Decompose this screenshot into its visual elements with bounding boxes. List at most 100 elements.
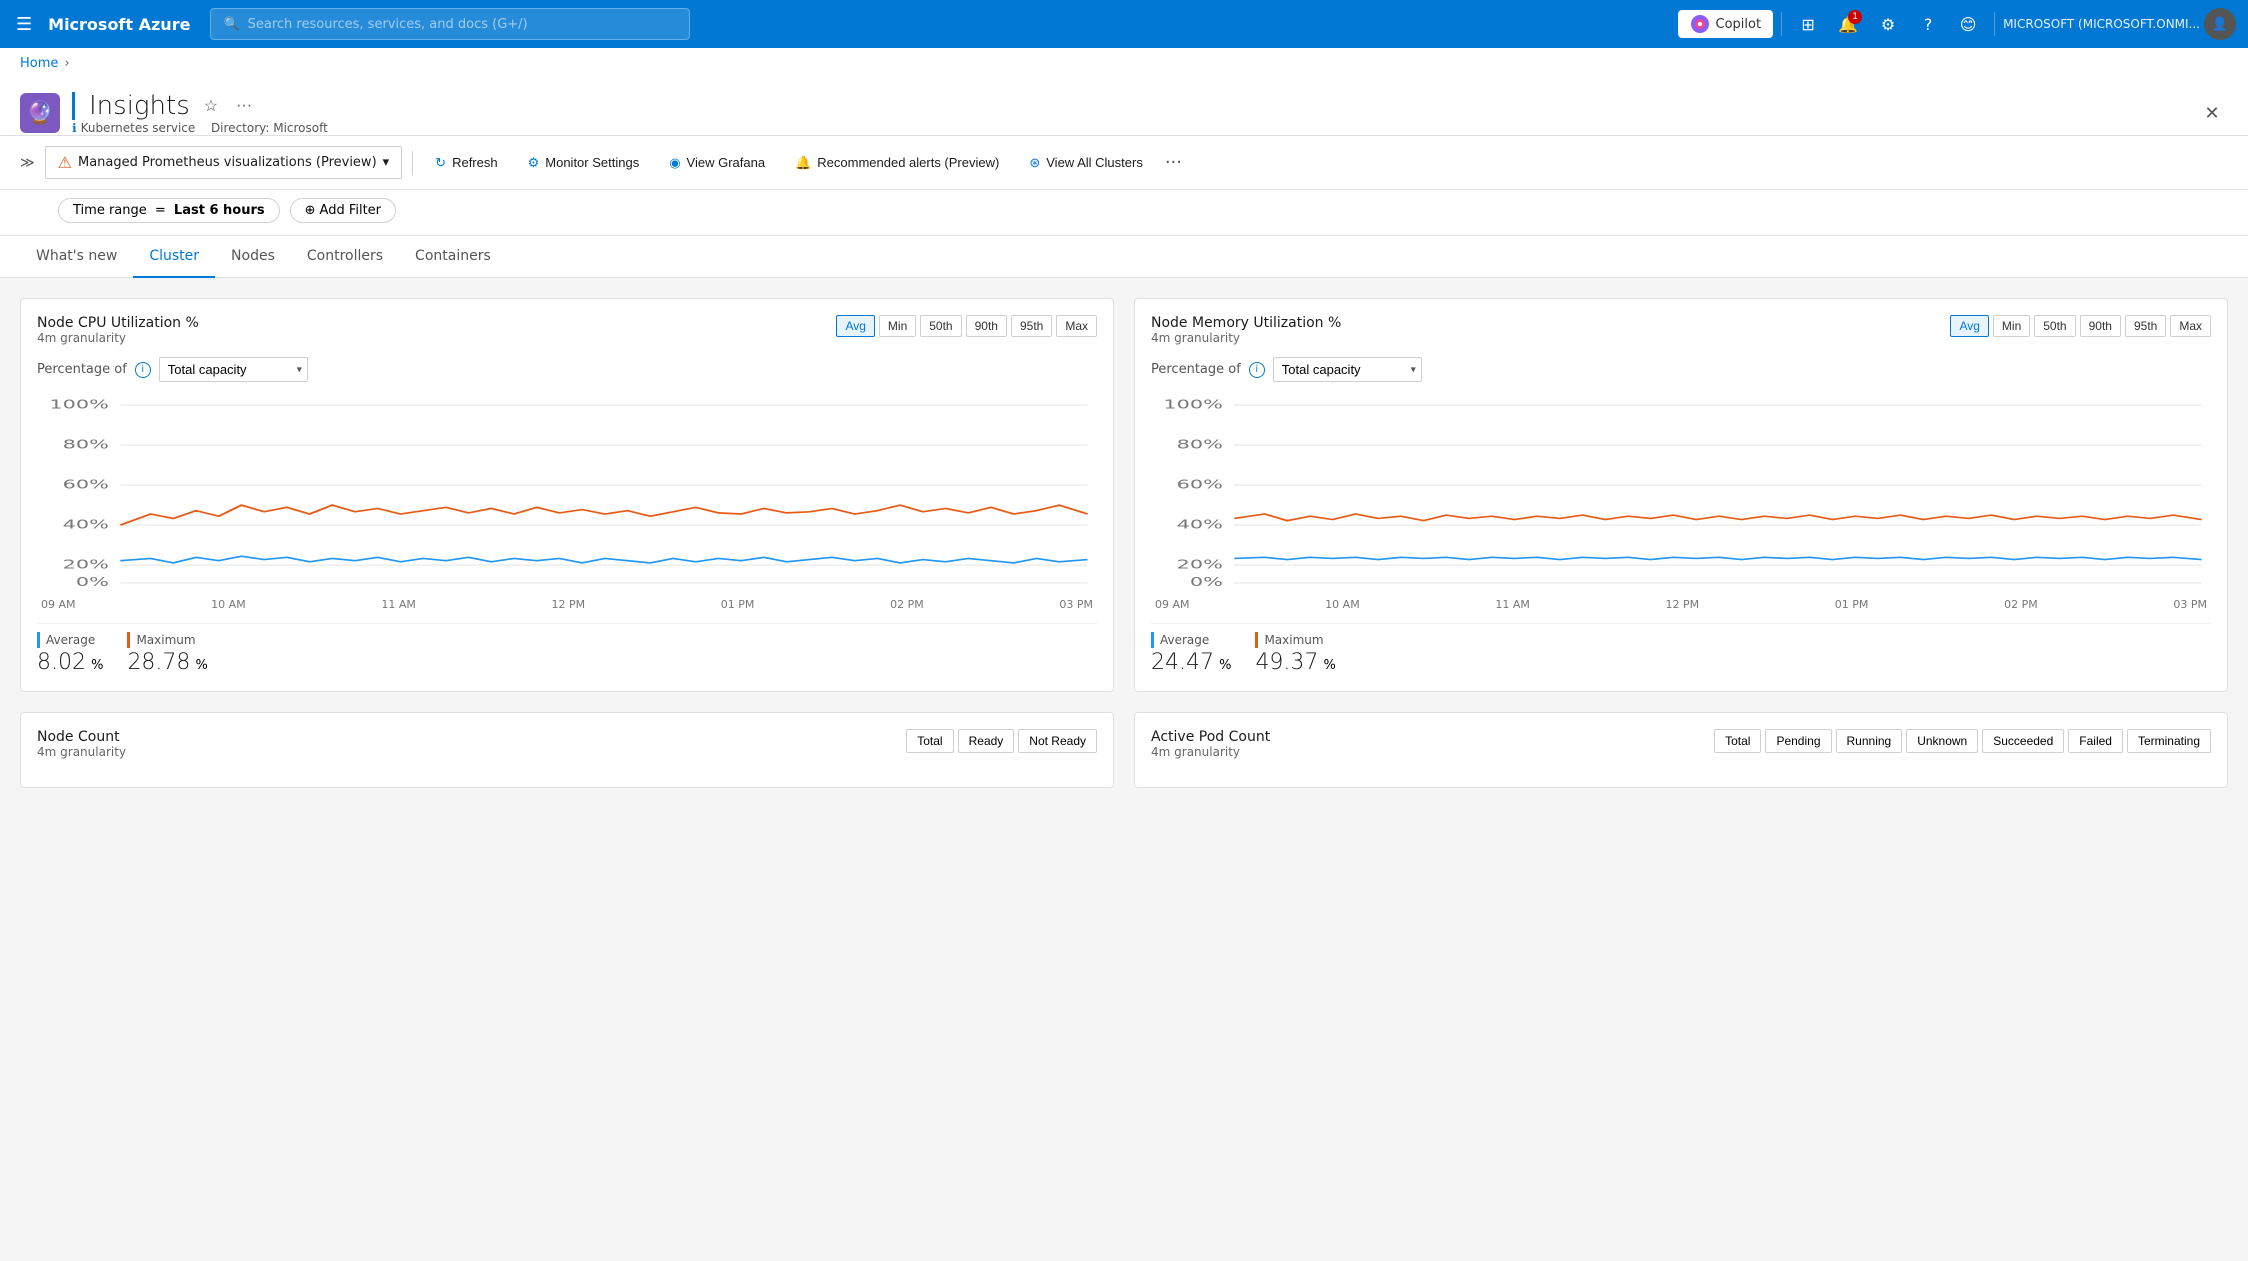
pod-btn-total[interactable]: Total	[1714, 729, 1761, 753]
nav-divider2	[1994, 12, 1995, 36]
cpu-legend: Average 8.02 % Maximum 28.78 %	[37, 623, 1097, 675]
feedback-button[interactable]: 😊	[1950, 6, 1986, 42]
pod-btn-failed[interactable]: Failed	[2068, 729, 2123, 753]
cpu-capacity-select[interactable]: Total capacity Requested capacity	[159, 357, 308, 382]
view-all-clusters-button[interactable]: ⊛ View All Clusters	[1017, 149, 1154, 177]
service-icon: 🔮	[20, 93, 60, 133]
memory-time-6: 03 PM	[2173, 598, 2207, 611]
favorite-button[interactable]: ☆	[200, 92, 222, 120]
cpu-btn-max[interactable]: Max	[1056, 315, 1097, 337]
pod-btn-pending[interactable]: Pending	[1765, 729, 1831, 753]
memory-btn-90th[interactable]: 90th	[2080, 315, 2121, 337]
cpu-btn-95th[interactable]: 95th	[1011, 315, 1052, 337]
memory-max-bar	[1255, 632, 1258, 648]
prometheus-chevron: ▾	[383, 155, 390, 170]
memory-info-icon[interactable]: i	[1249, 362, 1265, 378]
prometheus-icon: ⚠	[58, 153, 72, 172]
pod-btn-terminating[interactable]: Terminating	[2127, 729, 2211, 753]
monitor-settings-label: Monitor Settings	[545, 155, 639, 170]
expand-button[interactable]: ≫	[20, 155, 35, 171]
whats-new-label: What's new	[36, 248, 117, 264]
memory-max-value-row: 49.37 %	[1255, 650, 1335, 675]
cpu-max-line	[120, 505, 1087, 525]
view-grafana-button[interactable]: ◉ View Grafana	[657, 149, 777, 177]
memory-btn-min[interactable]: Min	[1993, 315, 2030, 337]
settings-button[interactable]: ⚙	[1870, 6, 1906, 42]
memory-avg-text: Average	[1160, 633, 1209, 647]
cpu-chart-header: Node CPU Utilization % 4m granularity Av…	[37, 315, 1097, 345]
pod-btn-running[interactable]: Running	[1836, 729, 1903, 753]
refresh-icon: ↻	[435, 155, 446, 171]
hamburger-menu[interactable]: ☰	[12, 10, 36, 39]
cpu-info-icon[interactable]: i	[135, 362, 151, 378]
pod-btn-succeeded[interactable]: Succeeded	[1982, 729, 2064, 753]
cpu-btn-avg[interactable]: Avg	[836, 315, 874, 337]
cpu-btn-min[interactable]: Min	[879, 315, 916, 337]
node-count-title: Node Count	[37, 729, 126, 745]
main-toolbar: ≫ ⚠ Managed Prometheus visualizations (P…	[0, 136, 2248, 190]
cpu-btn-90th[interactable]: 90th	[966, 315, 1007, 337]
cpu-utilization-card: Node CPU Utilization % 4m granularity Av…	[20, 298, 1114, 692]
tab-nodes[interactable]: Nodes	[215, 236, 291, 278]
memory-time-1: 10 AM	[1325, 598, 1360, 611]
memory-btn-50th[interactable]: 50th	[2034, 315, 2075, 337]
tab-whats-new[interactable]: What's new	[20, 236, 133, 278]
close-button[interactable]: ✕	[2196, 97, 2228, 129]
node-btn-total[interactable]: Total	[906, 729, 953, 753]
copilot-button[interactable]: Copilot	[1678, 10, 1774, 38]
cpu-max-bar	[127, 632, 130, 648]
service-type: Kubernetes service	[81, 121, 196, 135]
memory-time-5: 02 PM	[2004, 598, 2038, 611]
containers-label: Containers	[415, 248, 491, 264]
tab-controllers[interactable]: Controllers	[291, 236, 399, 278]
view-all-clusters-label: View All Clusters	[1046, 155, 1143, 170]
cpu-avg-value-row: 8.02 %	[37, 650, 103, 675]
app-brand: Microsoft Azure	[48, 15, 190, 34]
memory-avg-line	[1234, 557, 2201, 559]
add-filter-button[interactable]: ⊕ Add Filter	[290, 198, 396, 223]
notifications-button[interactable]: 🔔 1	[1830, 6, 1866, 42]
memory-utilization-card: Node Memory Utilization % 4m granularity…	[1134, 298, 2228, 692]
cpu-max-legend: Maximum 28.78 %	[127, 632, 207, 675]
user-avatar[interactable]: 👤	[2204, 8, 2236, 40]
node-btn-not-ready[interactable]: Not Ready	[1018, 729, 1097, 753]
pod-count-header: Active Pod Count 4m granularity Total Pe…	[1151, 729, 2211, 759]
breadcrumb-home[interactable]: Home	[20, 56, 58, 71]
memory-max-line	[1234, 514, 2201, 521]
help-button[interactable]: ?	[1910, 6, 1946, 42]
page-subtitle: ℹ Kubernetes service Directory: Microsof…	[72, 121, 328, 135]
refresh-button[interactable]: ↻ Refresh	[423, 149, 509, 177]
memory-btn-avg[interactable]: Avg	[1950, 315, 1988, 337]
search-bar[interactable]: 🔍 Search resources, services, and docs (…	[210, 8, 690, 40]
more-options-button[interactable]: ···	[232, 93, 256, 119]
cpu-time-5: 02 PM	[890, 598, 924, 611]
settings-icon: ⚙	[528, 155, 540, 171]
cpu-chart-controls: Avg Min 50th 90th 95th Max	[836, 315, 1097, 337]
monitor-settings-button[interactable]: ⚙ Monitor Settings	[516, 149, 652, 177]
node-count-controls: Total Ready Not Ready	[906, 729, 1097, 753]
command-palette-button[interactable]: ⊞	[1790, 6, 1826, 42]
memory-btn-max[interactable]: Max	[2170, 315, 2211, 337]
pod-btn-unknown[interactable]: Unknown	[1906, 729, 1978, 753]
cpu-max-text: Maximum	[136, 633, 195, 647]
toolbar-more-button[interactable]: ···	[1165, 152, 1182, 173]
cpu-btn-50th[interactable]: 50th	[920, 315, 961, 337]
memory-time-3: 12 PM	[1666, 598, 1700, 611]
prometheus-dropdown[interactable]: ⚠ Managed Prometheus visualizations (Pre…	[45, 146, 403, 179]
memory-capacity-select[interactable]: Total capacity Requested capacity	[1273, 357, 1422, 382]
filter-bar: Time range = Last 6 hours ⊕ Add Filter	[0, 190, 2248, 236]
feedback-icon: 😊	[1960, 15, 1977, 34]
cpu-chart-area: 100% 80% 60% 40% 20% 0%	[37, 394, 1097, 594]
recommended-alerts-button[interactable]: 🔔 Recommended alerts (Preview)	[783, 149, 1011, 177]
tab-cluster[interactable]: Cluster	[133, 236, 215, 278]
node-btn-ready[interactable]: Ready	[958, 729, 1015, 753]
memory-chart-title: Node Memory Utilization %	[1151, 315, 1341, 331]
info-icon: ℹ	[72, 121, 77, 135]
memory-title-area: Node Memory Utilization % 4m granularity	[1151, 315, 1341, 345]
cpu-capacity-select-wrapper: Total capacity Requested capacity ▾	[159, 357, 308, 382]
tab-containers[interactable]: Containers	[399, 236, 507, 278]
time-range-filter[interactable]: Time range = Last 6 hours	[58, 198, 280, 223]
cpu-time-0: 09 AM	[41, 598, 76, 611]
memory-chart-granularity: 4m granularity	[1151, 331, 1341, 345]
memory-btn-95th[interactable]: 95th	[2125, 315, 2166, 337]
